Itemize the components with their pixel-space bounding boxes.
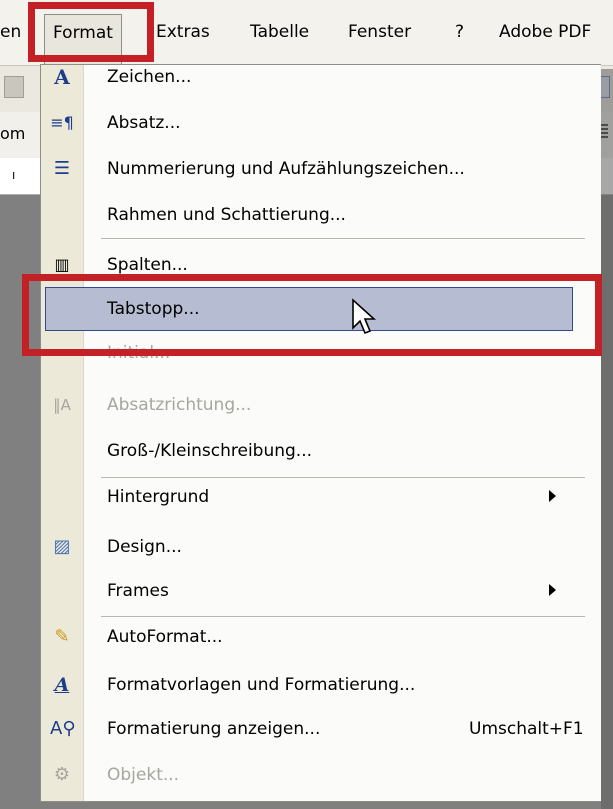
paragraph-icon: ≡¶	[50, 113, 74, 132]
menu-item-nummerierung[interactable]: ☰ Nummerierung und Aufzählungszeichen...	[41, 151, 601, 187]
menu-item-absatz[interactable]: ≡¶ Absatz...	[41, 105, 601, 141]
annotation-tabstopp-box	[22, 274, 602, 356]
menu-partial-item[interactable]: en	[0, 18, 21, 46]
menu-item-formatvorlagen[interactable]: A Formatvorlagen und Formatierung...	[41, 667, 601, 703]
submenu-arrow-icon	[549, 490, 556, 502]
annotation-format-box	[28, 2, 154, 62]
menu-item-gross-klein[interactable]: Groß-/Kleinschreibung...	[41, 433, 601, 469]
reveal-formatting-icon: A⚲	[50, 718, 76, 739]
menu-adobe-pdf[interactable]: Adobe PDF	[499, 18, 591, 46]
menu-item-zeichen[interactable]: A Zeichen...	[41, 59, 601, 95]
ruler-tick: ı	[12, 168, 16, 182]
text-direction-icon: ‖A	[53, 396, 71, 414]
menu-item-autoformat[interactable]: ✎ AutoFormat...	[41, 619, 601, 655]
styles-icon: A	[54, 674, 70, 696]
menu-item-frames[interactable]: Frames	[41, 573, 601, 609]
toolbar-copy-icon[interactable]	[4, 76, 24, 98]
menu-separator	[101, 477, 585, 478]
object-icon: ⚙	[53, 764, 71, 785]
submenu-arrow-icon	[549, 584, 556, 596]
font-icon: A	[54, 65, 70, 89]
menu-separator	[101, 616, 585, 617]
autoformat-icon: ✎	[54, 626, 70, 647]
menu-item-hintergrund[interactable]: Hintergrund	[41, 479, 601, 515]
menu-item-design[interactable]: ▨ Design...	[41, 529, 601, 565]
menu-separator	[101, 238, 585, 239]
shortcut-label: Umschalt+F1	[469, 719, 584, 739]
menu-extras[interactable]: Extras	[156, 18, 210, 46]
menu-tabelle[interactable]: Tabelle	[250, 18, 309, 46]
menu-fenster[interactable]: Fenster	[348, 18, 411, 46]
menu-item-rahmen[interactable]: Rahmen und Schattierung...	[41, 197, 601, 233]
design-icon: ▨	[53, 536, 71, 557]
format-dropdown-menu: A Zeichen... ≡¶ Absatz... ☰ Nummerierung…	[40, 64, 613, 809]
menu-item-formatierung-anzeigen[interactable]: A⚲ Formatierung anzeigen... Umschalt+F1	[41, 711, 601, 747]
menu-help[interactable]: ?	[455, 18, 464, 46]
menu-item-absatzrichtung[interactable]: ‖A Absatzrichtung...	[41, 387, 601, 423]
menu-item-objekt[interactable]: ⚙ Objekt...	[41, 757, 601, 793]
font-box-partial[interactable]: om	[0, 124, 25, 143]
mouse-cursor-icon	[352, 298, 377, 335]
bullet-list-icon: ☰	[53, 158, 71, 179]
